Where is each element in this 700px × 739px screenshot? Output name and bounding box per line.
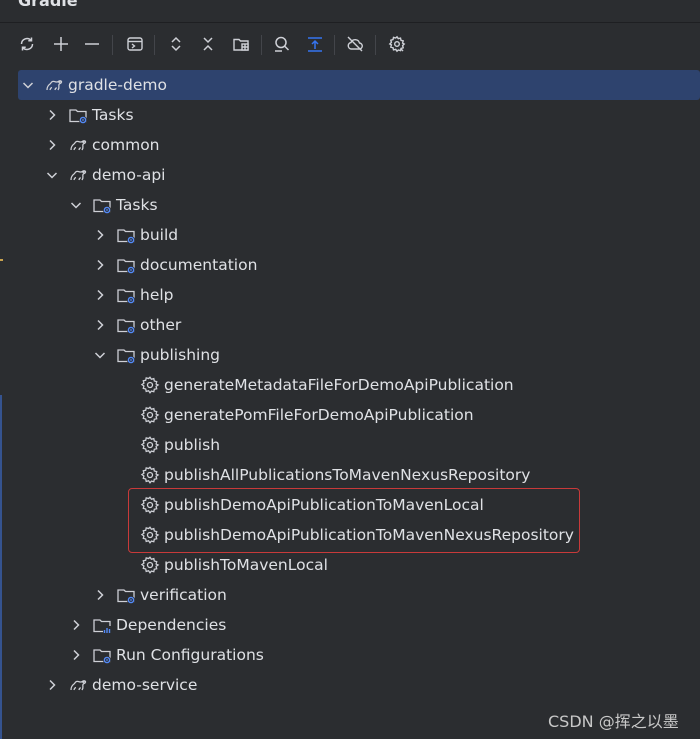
plus-icon[interactable] bbox=[49, 32, 73, 56]
tree-node[interactable]: Tasks bbox=[0, 190, 700, 220]
gear-icon bbox=[140, 405, 160, 425]
tree-node[interactable]: verification bbox=[0, 580, 700, 610]
chevron-right-icon[interactable] bbox=[92, 317, 108, 333]
chevron-right-icon[interactable] bbox=[92, 227, 108, 243]
gear-icon bbox=[140, 465, 160, 485]
watermark: CSDN @挥之以墨 bbox=[548, 712, 679, 731]
tree-node-label: help bbox=[140, 286, 174, 304]
toolbar-separator bbox=[154, 35, 155, 55]
gear-icon bbox=[140, 435, 160, 455]
tree-node[interactable]: build bbox=[0, 220, 700, 250]
tree-node-label: Tasks bbox=[92, 106, 134, 124]
task-group-folder-icon bbox=[116, 225, 136, 245]
analyze-icon[interactable] bbox=[270, 32, 294, 56]
toolbar-separator bbox=[334, 35, 335, 55]
chevron-down-icon[interactable] bbox=[44, 167, 60, 183]
tree-node-label: demo-service bbox=[92, 676, 198, 694]
gear-icon bbox=[140, 555, 160, 575]
tasks-folder-icon bbox=[92, 195, 112, 215]
gear-icon bbox=[140, 375, 160, 395]
gradle-elephant-icon bbox=[44, 75, 64, 95]
tree-task-item[interactable]: publishToMavenLocal bbox=[0, 550, 700, 580]
tree-node[interactable]: demo-api bbox=[0, 160, 700, 190]
toolbar-separator bbox=[261, 35, 262, 55]
tree-node-label: build bbox=[140, 226, 179, 244]
tree-node[interactable]: Dependencies bbox=[0, 610, 700, 640]
refresh-icon[interactable] bbox=[15, 32, 39, 56]
minus-icon[interactable] bbox=[80, 32, 104, 56]
tree-node[interactable]: help bbox=[0, 280, 700, 310]
tree-node[interactable]: Run Configurations bbox=[0, 640, 700, 670]
tree-node-label: generateMetadataFileForDemoApiPublicatio… bbox=[164, 376, 514, 394]
chevron-right-icon[interactable] bbox=[92, 587, 108, 603]
chevron-right-icon[interactable] bbox=[68, 617, 84, 633]
panel-title: Gradle bbox=[18, 0, 78, 10]
chevron-down-icon[interactable] bbox=[20, 77, 36, 93]
offline-cloud-icon[interactable] bbox=[343, 32, 367, 56]
chevron-right-icon[interactable] bbox=[44, 107, 60, 123]
toolbar-separator bbox=[375, 35, 376, 55]
tasks-folder-icon bbox=[68, 105, 88, 125]
gradle-elephant-icon bbox=[68, 675, 88, 695]
toolbar-separator bbox=[112, 35, 113, 55]
toggle-offline-icon[interactable] bbox=[303, 32, 327, 56]
tree-node[interactable]: demo-service bbox=[0, 670, 700, 700]
highlight-box bbox=[128, 488, 580, 553]
tree-task-item[interactable]: publish bbox=[0, 430, 700, 460]
collapse-all-icon[interactable] bbox=[196, 32, 220, 56]
chevron-right-icon[interactable] bbox=[92, 257, 108, 273]
tree-node-label: common bbox=[92, 136, 160, 154]
gradle-elephant-icon bbox=[68, 165, 88, 185]
task-group-folder-icon bbox=[116, 255, 136, 275]
tree-node[interactable]: common bbox=[0, 130, 700, 160]
tree-node-label: publishAllPublicationsToMavenNexusReposi… bbox=[164, 466, 531, 484]
tree-node[interactable]: gradle-demo bbox=[18, 70, 700, 100]
tree-node-label: demo-api bbox=[92, 166, 166, 184]
tree-node-label: Tasks bbox=[116, 196, 158, 214]
gradle-toolbar bbox=[0, 23, 700, 65]
tree-node-label: verification bbox=[140, 586, 227, 604]
task-group-folder-icon bbox=[116, 285, 136, 305]
tree-task-item[interactable]: publishAllPublicationsToMavenNexusReposi… bbox=[0, 460, 700, 490]
tree-node[interactable]: other bbox=[0, 310, 700, 340]
tree-task-item[interactable]: generateMetadataFileForDemoApiPublicatio… bbox=[0, 370, 700, 400]
dependencies-folder-icon bbox=[92, 615, 112, 635]
chevron-down-icon[interactable] bbox=[68, 197, 84, 213]
run-configurations-folder-icon bbox=[92, 645, 112, 665]
chevron-right-icon[interactable] bbox=[92, 287, 108, 303]
tree-node-label: publishing bbox=[140, 346, 220, 364]
tree-node[interactable]: Tasks bbox=[0, 100, 700, 130]
tree-node-label: Run Configurations bbox=[116, 646, 264, 664]
run-task-icon[interactable] bbox=[123, 32, 147, 56]
chevron-right-icon[interactable] bbox=[44, 137, 60, 153]
tree-task-item[interactable]: generatePomFileForDemoApiPublication bbox=[0, 400, 700, 430]
panel-titlebar: Gradle bbox=[0, 0, 700, 23]
chevron-right-icon[interactable] bbox=[44, 677, 60, 693]
tree-node[interactable]: publishing bbox=[0, 340, 700, 370]
tree-node-label: gradle-demo bbox=[68, 76, 167, 94]
tree-node-label: documentation bbox=[140, 256, 258, 274]
settings-gear-icon[interactable] bbox=[385, 32, 409, 56]
chevron-down-icon[interactable] bbox=[92, 347, 108, 363]
tree-node-label: Dependencies bbox=[116, 616, 227, 634]
tree-node[interactable]: documentation bbox=[0, 250, 700, 280]
task-group-folder-icon bbox=[116, 345, 136, 365]
tree-node-label: other bbox=[140, 316, 182, 334]
tree-node-label: publish bbox=[164, 436, 221, 454]
tree-node-label: generatePomFileForDemoApiPublication bbox=[164, 406, 474, 424]
task-group-folder-icon bbox=[116, 315, 136, 335]
task-group-folder-icon bbox=[116, 585, 136, 605]
link-project-icon[interactable] bbox=[229, 32, 253, 56]
gradle-elephant-icon bbox=[68, 135, 88, 155]
expand-all-icon[interactable] bbox=[164, 32, 188, 56]
chevron-right-icon[interactable] bbox=[68, 647, 84, 663]
tree-node-label: publishToMavenLocal bbox=[164, 556, 328, 574]
